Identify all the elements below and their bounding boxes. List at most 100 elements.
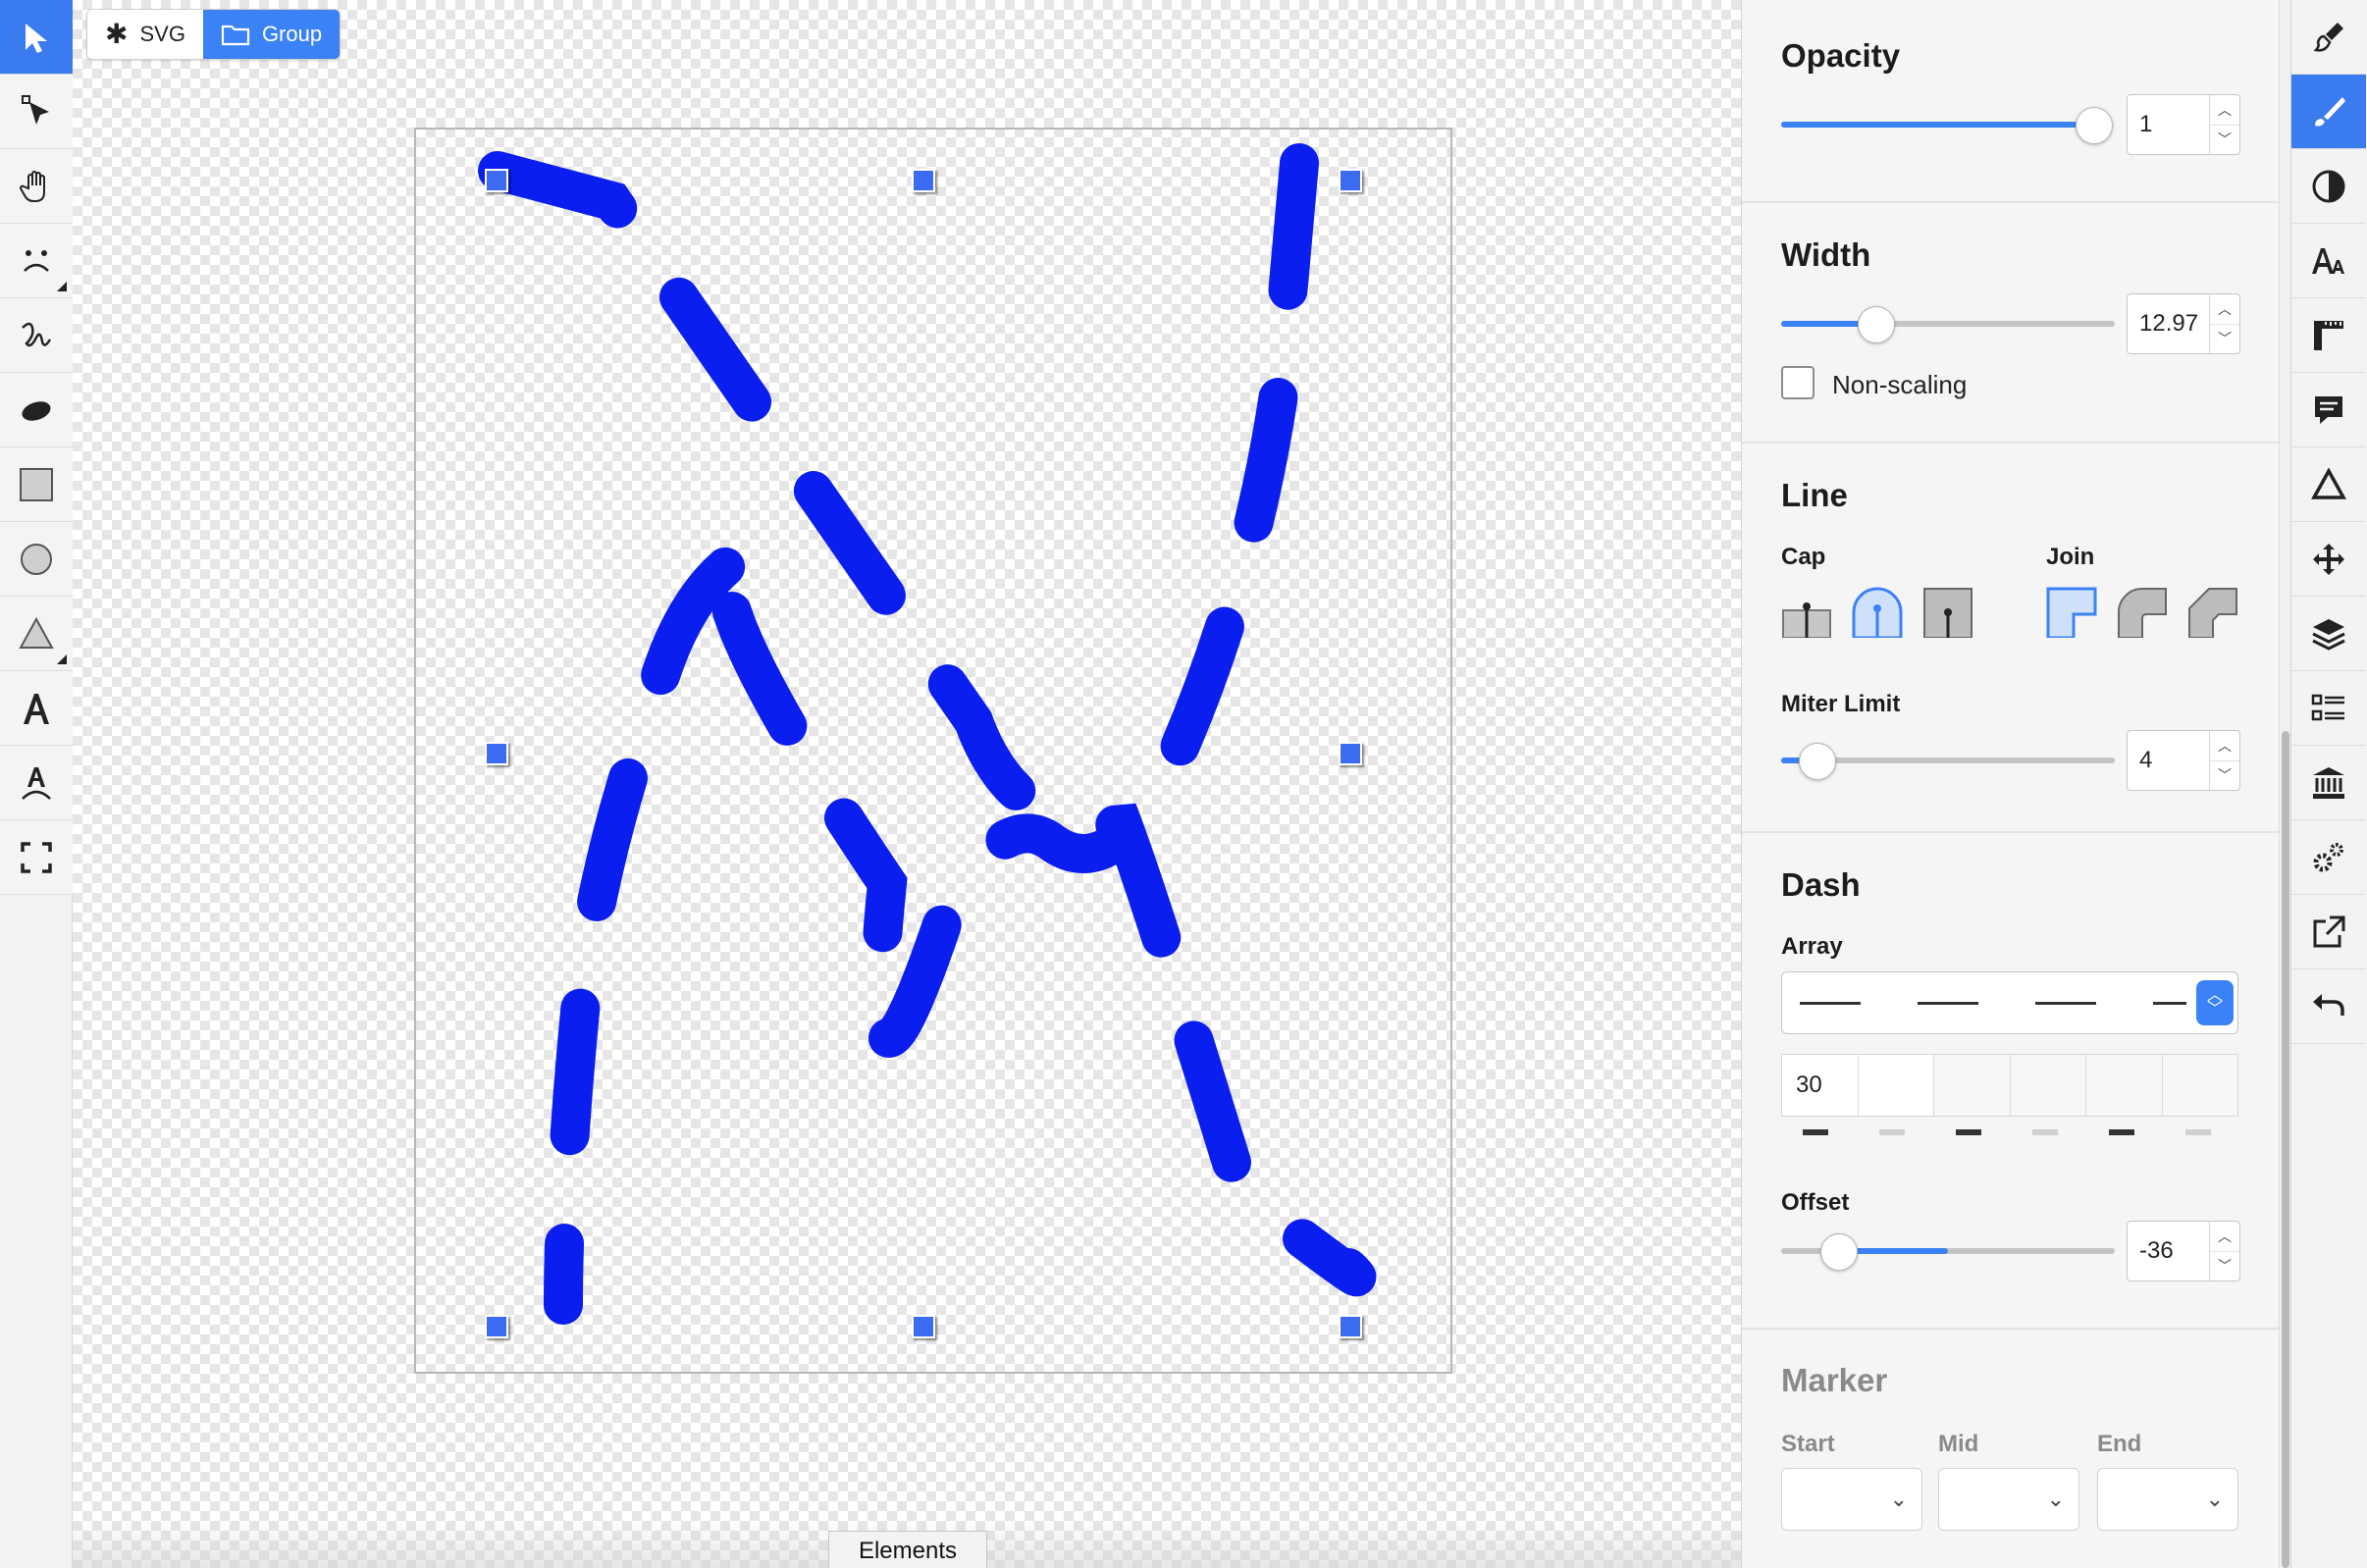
non-scaling-checkbox[interactable] — [1781, 366, 1815, 399]
fullscreen-icon — [21, 841, 52, 873]
cap-round-icon[interactable] — [1852, 587, 1903, 638]
text-icon — [24, 693, 49, 724]
resize-handle-se[interactable] — [1339, 1315, 1362, 1338]
move-panel-tab[interactable] — [2291, 522, 2366, 597]
marker-mid-select[interactable]: ⌄ — [1938, 1468, 2079, 1531]
fill-panel-tab[interactable] — [2291, 0, 2366, 75]
dash-preview-segment — [1918, 1002, 1978, 1005]
freehand-tool[interactable] — [0, 298, 73, 373]
dash-offset-slider-thumb[interactable] — [1820, 1233, 1858, 1271]
increment-icon[interactable]: ︿ — [2210, 95, 2239, 125]
join-bevel-icon[interactable] — [2187, 587, 2238, 638]
line-title: Line — [1781, 477, 1848, 513]
node-select-tool[interactable] — [0, 75, 73, 149]
dash-array-cell[interactable] — [1934, 1055, 2011, 1116]
dash-array-cell[interactable] — [2086, 1055, 2163, 1116]
cap-butt-icon[interactable] — [1781, 587, 1832, 638]
ellipse-icon — [22, 400, 51, 421]
resize-handle-sw[interactable] — [485, 1315, 508, 1338]
text-tool[interactable] — [0, 671, 73, 746]
cap-square-icon[interactable] — [1922, 587, 1973, 638]
miter-limit-input[interactable]: 4 ︿ ﹀ — [2127, 730, 2240, 791]
opacity-slider-thumb[interactable] — [2076, 107, 2113, 144]
join-label: Join — [2046, 544, 2095, 570]
ellipse-tool[interactable] — [0, 373, 73, 447]
marker-start-label: Start — [1781, 1431, 1835, 1457]
opacity-title: Opacity — [1781, 37, 1901, 74]
comment-icon — [2315, 395, 2342, 424]
comment-panel-tab[interactable] — [2291, 373, 2366, 447]
opacity-input[interactable]: 1 ︿ ﹀ — [2127, 94, 2240, 155]
decrement-icon[interactable]: ﹀ — [2210, 323, 2239, 354]
dashed-stroke-path[interactable] — [478, 143, 1377, 1325]
dash-array-cell[interactable] — [1858, 1055, 1934, 1116]
stroke-panel-tab[interactable] — [2291, 75, 2366, 149]
chevron-down-icon: ⌄ — [1889, 1487, 1908, 1511]
rectangle-tool[interactable] — [0, 447, 73, 522]
dash-offset-value: -36 — [2139, 1237, 2174, 1264]
elements-tab[interactable]: Elements — [828, 1531, 987, 1568]
freehand-icon — [22, 322, 52, 346]
decrement-icon[interactable]: ﹀ — [2210, 1250, 2239, 1281]
resize-handle-n[interactable] — [912, 169, 935, 192]
marker-end-select[interactable]: ⌄ — [2097, 1468, 2238, 1531]
increment-icon[interactable]: ︿ — [2210, 1222, 2239, 1251]
marker-mid-label: Mid — [1938, 1431, 1979, 1457]
dash-array-cell[interactable]: 30 — [1782, 1055, 1859, 1116]
ruler-panel-tab[interactable] — [2291, 298, 2366, 373]
miter-limit-slider-thumb[interactable] — [1799, 743, 1836, 780]
undo-panel-tab[interactable] — [2291, 969, 2366, 1044]
panel-scrollbar-thumb[interactable] — [2282, 731, 2289, 1568]
dash-title: Dash — [1781, 866, 1861, 903]
delta-panel-tab[interactable] — [2291, 447, 2366, 522]
decrement-icon[interactable]: ﹀ — [2210, 124, 2239, 155]
select-tool[interactable] — [0, 0, 73, 75]
settings-panel-tab[interactable] — [2291, 820, 2366, 895]
contrast-panel-tab[interactable] — [2291, 149, 2366, 224]
join-miter-icon[interactable] — [2046, 587, 2097, 638]
face-icon — [24, 249, 49, 272]
shape-library-tool[interactable] — [0, 224, 73, 298]
resize-handle-w[interactable] — [485, 742, 508, 765]
text-on-path-tool[interactable] — [0, 746, 73, 820]
dash-offset-label: Offset — [1781, 1189, 1850, 1216]
join-round-icon[interactable] — [2117, 587, 2168, 638]
contrast-icon — [2312, 170, 2345, 202]
layers-panel-tab[interactable] — [2291, 597, 2366, 671]
dash-array-table: 30 — [1781, 1054, 2238, 1117]
resize-handle-s[interactable] — [912, 1315, 935, 1338]
library-panel-tab[interactable] — [2291, 746, 2366, 820]
export-panel-tab[interactable] — [2291, 895, 2366, 969]
dash-array-cell[interactable] — [2011, 1055, 2086, 1116]
text-panel-tab[interactable] — [2291, 224, 2366, 298]
marker-start-select[interactable]: ⌄ — [1781, 1468, 1922, 1531]
increment-icon[interactable]: ︿ — [2210, 294, 2239, 324]
resize-handle-e[interactable] — [1339, 742, 1362, 765]
polygon-tool[interactable] — [0, 597, 73, 671]
select-stepper-icon[interactable]: ︿ ﹀ — [2196, 980, 2234, 1025]
rectangle-icon — [20, 467, 53, 501]
width-slider-thumb[interactable] — [1858, 306, 1895, 343]
canvas-area[interactable]: ✱ SVG Group Elements — [73, 0, 1741, 1568]
resize-handle-ne[interactable] — [1339, 169, 1362, 192]
pan-tool[interactable] — [0, 149, 73, 224]
dashed-path-drawing[interactable] — [73, 0, 1741, 1568]
list-panel-tab[interactable] — [2291, 671, 2366, 746]
resize-handle-nw[interactable] — [485, 169, 508, 192]
opacity-value: 1 — [2139, 111, 2153, 137]
decrement-icon[interactable]: ﹀ — [2210, 759, 2239, 791]
width-input[interactable]: 12.97 ︿ ﹀ — [2127, 293, 2240, 354]
dash-array-select[interactable]: ︿ ﹀ — [1781, 971, 2238, 1034]
marker-title: Marker — [1781, 1362, 1888, 1398]
node-select-icon — [22, 94, 49, 125]
properties-panel: Opacity 1 ︿ ﹀ Width 12.97 ︿ ﹀ Non-scaling … — [1741, 0, 2279, 1568]
dash-offset-input[interactable]: -36 ︿ ﹀ — [2127, 1221, 2240, 1281]
dash-array-cell[interactable] — [2163, 1055, 2238, 1116]
circle-tool[interactable] — [0, 522, 73, 597]
chevron-down-icon: ⌄ — [2046, 1487, 2065, 1511]
layers-icon — [2312, 618, 2345, 651]
fit-to-screen-tool[interactable] — [0, 820, 73, 895]
gap-indicator — [2185, 1129, 2211, 1135]
export-icon — [2313, 915, 2345, 947]
increment-icon[interactable]: ︿ — [2210, 731, 2239, 760]
